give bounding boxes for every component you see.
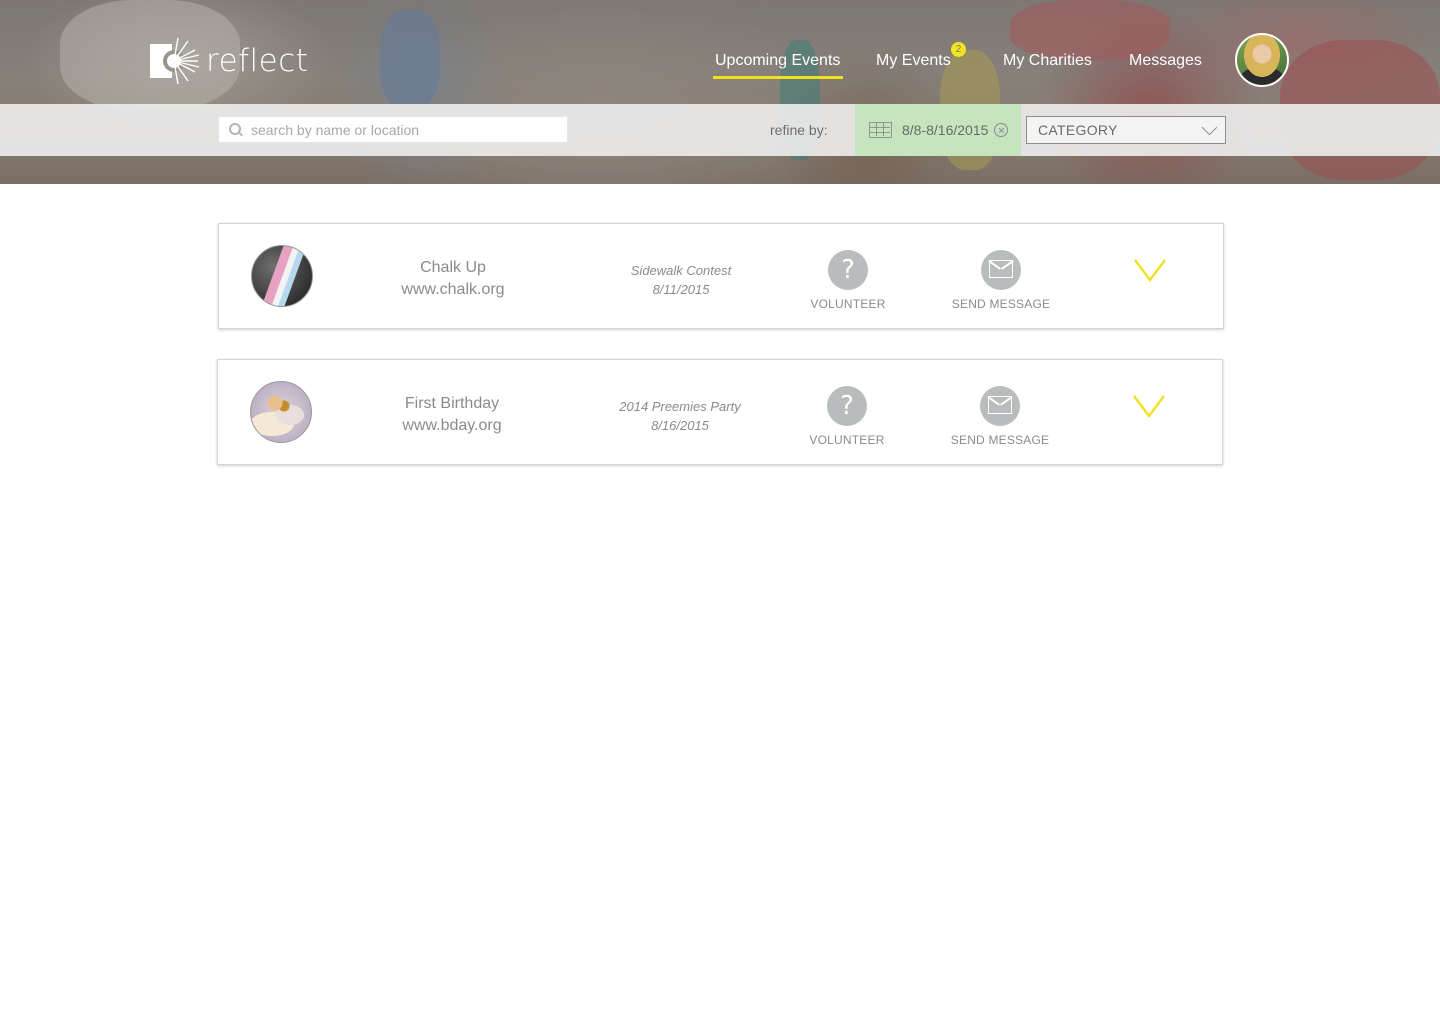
search-input[interactable] [251, 121, 551, 138]
question-mark-icon: ? [827, 386, 867, 426]
chevron-down-icon [1133, 395, 1165, 418]
hero-photo-shape [380, 10, 440, 110]
filter-bar: refine by: 8/8-8/16/2015 CATEGORY [0, 104, 1440, 156]
org-info: Chalk Up www.chalk.org [373, 257, 533, 301]
volunteer-label: VOLUNTEER [809, 433, 885, 447]
category-select-value: CATEGORY [1038, 122, 1118, 138]
reflect-logo-icon [150, 37, 202, 85]
volunteer-label: VOLUNTEER [810, 297, 886, 311]
category-select[interactable]: CATEGORY [1026, 116, 1226, 144]
expand-event-button[interactable] [1131, 392, 1171, 422]
user-avatar[interactable] [1235, 33, 1289, 87]
envelope-icon [981, 250, 1021, 290]
event-date: 8/16/2015 [651, 418, 709, 433]
org-avatar [250, 381, 312, 443]
brand-name: reflect [206, 43, 309, 79]
send-message-label: SEND MESSAGE [950, 433, 1050, 447]
org-info: First Birthday www.bday.org [372, 393, 532, 437]
event-name: 2014 Preemies Party [619, 399, 741, 414]
event-card: Chalk Up www.chalk.org Sidewalk Contest … [218, 223, 1224, 329]
org-avatar [251, 245, 313, 307]
chevron-down-icon [1134, 259, 1166, 282]
hero-photo-shape [1010, 0, 1170, 60]
nav-active-indicator [713, 76, 843, 79]
nav-messages[interactable]: Messages [1129, 52, 1202, 70]
volunteer-button[interactable]: ? VOLUNTEER [793, 250, 903, 311]
send-message-button[interactable]: SEND MESSAGE [946, 250, 1056, 311]
search-box[interactable] [218, 116, 568, 143]
org-url[interactable]: www.bday.org [372, 415, 532, 437]
org-name: First Birthday [404, 395, 500, 412]
chevron-down-icon [1201, 119, 1218, 136]
hero-header [0, 0, 1440, 184]
date-range-text: 8/8-8/16/2015 [902, 122, 989, 138]
question-mark-icon: ? [828, 250, 868, 290]
brand-logo[interactable]: reflect [150, 37, 309, 85]
envelope-icon [980, 386, 1020, 426]
event-name: Sidewalk Contest [630, 263, 732, 278]
clear-date-icon[interactable] [994, 123, 1009, 137]
send-message-label: SEND MESSAGE [951, 297, 1051, 311]
nav-upcoming-events[interactable]: Upcoming Events [715, 52, 840, 70]
refine-label: refine by: [770, 122, 828, 138]
event-date: 8/11/2015 [652, 282, 710, 297]
nav-my-events[interactable]: My Events [876, 52, 951, 70]
org-name: Chalk Up [420, 259, 486, 276]
calendar-icon [869, 122, 892, 138]
expand-event-button[interactable] [1132, 256, 1172, 286]
event-info: Sidewalk Contest 8/11/2015 [601, 261, 761, 299]
search-icon [229, 122, 243, 137]
volunteer-button[interactable]: ? VOLUNTEER [792, 386, 902, 447]
org-url[interactable]: www.chalk.org [373, 279, 533, 301]
my-events-badge: 2 [951, 42, 966, 57]
send-message-button[interactable]: SEND MESSAGE [945, 386, 1055, 447]
event-card: First Birthday www.bday.org 2014 Preemie… [217, 359, 1223, 465]
date-range-filter[interactable]: 8/8-8/16/2015 [855, 104, 1021, 156]
nav-my-charities[interactable]: My Charities [1003, 52, 1092, 70]
event-info: 2014 Preemies Party 8/16/2015 [600, 397, 760, 435]
